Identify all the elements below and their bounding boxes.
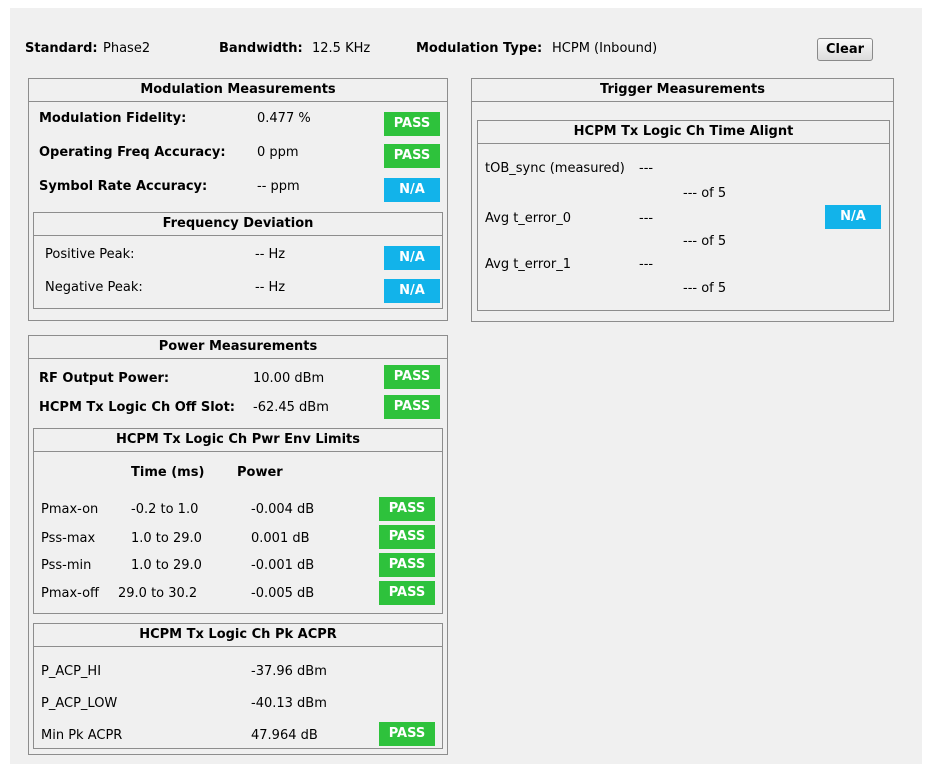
operating-freq-accuracy-pass-badge: PASS — [384, 144, 440, 168]
pmax-on-time: -0.2 to 1.0 — [131, 502, 199, 517]
frequency-deviation-title: Frequency Deviation — [34, 213, 442, 236]
symbol-rate-accuracy-label: Symbol Rate Accuracy: — [39, 179, 208, 194]
avg-t-error-1-value: --- — [639, 257, 654, 272]
pmax-off-power: -0.005 dB — [251, 586, 315, 601]
measurement-panel: Standard: Phase2 Bandwidth: 12.5 KHz Mod… — [10, 8, 922, 764]
clear-button[interactable]: Clear — [817, 38, 873, 61]
rf-output-power-pass-badge: PASS — [384, 365, 440, 389]
p-acp-hi-value: -37.96 dBm — [251, 664, 327, 679]
p-acp-low-label: P_ACP_LOW — [41, 696, 118, 711]
time-alignment-na-badge: N/A — [825, 205, 881, 229]
time-column-header: Time (ms) — [131, 465, 205, 480]
avg-t-error-0-value: --- — [639, 211, 654, 226]
off-slot-pass-badge: PASS — [384, 395, 440, 419]
negative-peak-value: -- Hz — [255, 280, 286, 295]
frequency-deviation-panel: Frequency Deviation Positive Peak: -- Hz… — [33, 212, 443, 309]
pss-max-label: Pss-max — [41, 531, 96, 546]
pss-max-time: 1.0 to 29.0 — [131, 531, 202, 546]
pmax-off-label: Pmax-off — [41, 586, 100, 601]
bandwidth-label: Bandwidth: — [219, 41, 303, 56]
min-pk-acpr-label: Min Pk ACPR — [41, 728, 123, 743]
rf-output-power-value: 10.00 dBm — [253, 371, 325, 386]
pmax-on-label: Pmax-on — [41, 502, 99, 517]
symbol-rate-accuracy-value: -- ppm — [257, 179, 300, 194]
rf-output-power-label: RF Output Power: — [39, 371, 170, 386]
pss-min-pass-badge: PASS — [379, 553, 435, 577]
trigger-measurements-title: Trigger Measurements — [472, 79, 893, 102]
pmax-on-power: -0.004 dB — [251, 502, 315, 517]
p-acp-low-value: -40.13 dBm — [251, 696, 327, 711]
power-measurements-title: Power Measurements — [29, 336, 447, 359]
pss-min-power: -0.001 dB — [251, 558, 315, 573]
operating-freq-accuracy-value: 0 ppm — [257, 145, 299, 160]
min-pk-acpr-value: 47.964 dB — [251, 728, 318, 743]
pwr-env-limits-title: HCPM Tx Logic Ch Pwr Env Limits — [34, 429, 442, 452]
negative-peak-label: Negative Peak: — [45, 280, 143, 295]
modulation-fidelity-label: Modulation Fidelity: — [39, 111, 187, 126]
pmax-on-pass-badge: PASS — [379, 497, 435, 521]
positive-peak-na-badge: N/A — [384, 246, 440, 270]
modulation-fidelity-value: 0.477 % — [257, 111, 311, 126]
symbol-rate-accuracy-na-badge: N/A — [384, 178, 440, 202]
avg-t-error-0-count: --- of 5 — [683, 234, 727, 249]
avg-t-error-1-label: Avg t_error_1 — [485, 257, 572, 272]
tob-sync-count: --- of 5 — [683, 186, 727, 201]
modulation-fidelity-pass-badge: PASS — [384, 112, 440, 136]
avg-t-error-1-count: --- of 5 — [683, 281, 727, 296]
standard-label: Standard: — [25, 41, 98, 56]
min-pk-acpr-pass-badge: PASS — [379, 722, 435, 746]
time-alignment-panel: HCPM Tx Logic Ch Time Alignt tOB_sync (m… — [477, 120, 890, 311]
pss-max-pass-badge: PASS — [379, 525, 435, 549]
p-acp-hi-label: P_ACP_HI — [41, 664, 102, 679]
off-slot-value: -62.45 dBm — [253, 400, 329, 415]
negative-peak-na-badge: N/A — [384, 279, 440, 303]
power-measurements-panel: Power Measurements RF Output Power: 10.0… — [28, 335, 448, 755]
standard-value: Phase2 — [103, 41, 151, 56]
power-column-header: Power — [237, 465, 283, 480]
pwr-env-limits-panel: HCPM Tx Logic Ch Pwr Env Limits Time (ms… — [33, 428, 443, 614]
operating-freq-accuracy-label: Operating Freq Accuracy: — [39, 145, 226, 160]
pk-acpr-title: HCPM Tx Logic Ch Pk ACPR — [34, 624, 442, 647]
time-alignment-title: HCPM Tx Logic Ch Time Alignt — [478, 121, 889, 144]
bandwidth-value: 12.5 KHz — [312, 41, 371, 56]
tob-sync-label: tOB_sync (measured) — [485, 161, 625, 176]
pk-acpr-panel: HCPM Tx Logic Ch Pk ACPR P_ACP_HI -37.96… — [33, 623, 443, 749]
modulation-measurements-panel: Modulation Measurements Modulation Fidel… — [28, 78, 448, 321]
trigger-measurements-panel: Trigger Measurements HCPM Tx Logic Ch Ti… — [471, 78, 894, 322]
pmax-off-time: 29.0 to 30.2 — [118, 586, 198, 601]
avg-t-error-0-label: Avg t_error_0 — [485, 211, 572, 226]
pmax-off-pass-badge: PASS — [379, 581, 435, 605]
positive-peak-value: -- Hz — [255, 247, 286, 262]
modulation-measurements-title: Modulation Measurements — [29, 79, 447, 102]
positive-peak-label: Positive Peak: — [45, 247, 135, 262]
modulation-type-value: HCPM (Inbound) — [552, 41, 658, 56]
tob-sync-value: --- — [639, 161, 654, 176]
off-slot-label: HCPM Tx Logic Ch Off Slot: — [39, 400, 235, 415]
pss-min-time: 1.0 to 29.0 — [131, 558, 202, 573]
pss-max-power: 0.001 dB — [251, 531, 310, 546]
modulation-type-label: Modulation Type: — [416, 41, 543, 56]
pss-min-label: Pss-min — [41, 558, 92, 573]
